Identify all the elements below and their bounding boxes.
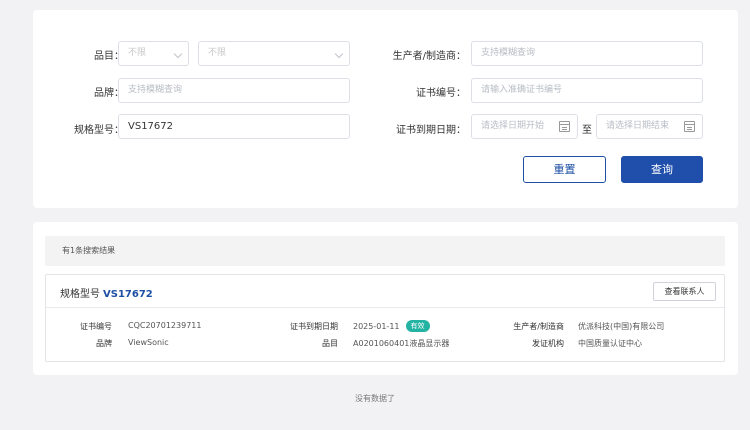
cert-no-input[interactable]: 请输入准确证书编号 (471, 78, 703, 103)
result-issuer-label: 发证机构 (532, 339, 564, 348)
maker-label: 生产者/制造商： (392, 51, 466, 62)
category-select-primary-value: 不限 (128, 48, 147, 58)
result-item-header: 规格型号 VS17672 查看联系人 (46, 275, 724, 308)
result-expiry-date: 2025-01-11 (353, 322, 400, 331)
chevron-down-icon (173, 49, 183, 59)
view-contact-button[interactable]: 查看联系人 (653, 282, 716, 301)
date-end-placeholder: 请选择日期结束 (606, 121, 670, 131)
result-item: 规格型号 VS17672 查看联系人 证书编号 CQC20701239711 品牌… (45, 274, 725, 362)
cert-no-label: 证书编号： (416, 88, 466, 99)
category-select-secondary[interactable]: 不限 (198, 41, 350, 66)
calendar-icon (559, 121, 570, 132)
query-button[interactable]: 查询 (621, 156, 703, 183)
result-expiry: 2025-01-11 有效 (353, 320, 430, 332)
model-input-value: VS17672 (128, 121, 173, 132)
status-badge: 有效 (405, 320, 430, 332)
maker-input-placeholder: 支持模糊查询 (481, 48, 536, 58)
brand-input[interactable]: 支持模糊查询 (118, 78, 350, 103)
search-panel: 品目： 不限 不限 生产者/制造商： 支持模糊查询 品牌： 支持模糊查询 证书编… (33, 10, 738, 208)
expiry-label: 证书到期日期： (396, 125, 466, 136)
result-category: A0201060401液晶显示器 (353, 339, 450, 348)
date-end-picker[interactable]: 请选择日期结束 (596, 114, 703, 139)
result-maker: 优派科技(中国)有限公司 (578, 322, 665, 331)
result-model-label: 规格型号 (60, 289, 100, 300)
result-model: 规格型号 VS17672 (60, 285, 153, 300)
result-brand-label: 品牌 (96, 339, 112, 348)
cert-no-input-placeholder: 请输入准确证书编号 (481, 85, 563, 95)
result-cert-no-label: 证书编号 (80, 322, 112, 331)
result-maker-label: 生产者/制造商 (513, 322, 564, 331)
chevron-down-icon (334, 49, 344, 59)
calendar-icon (684, 121, 695, 132)
date-start-picker[interactable]: 请选择日期开始 (471, 114, 578, 139)
result-model-value: VS17672 (103, 289, 153, 300)
category-select-secondary-value: 不限 (208, 48, 227, 58)
result-category-label: 品目 (322, 339, 338, 348)
model-label: 规格型号： (74, 125, 124, 136)
result-expiry-label: 证书到期日期 (290, 322, 338, 331)
results-summary: 有1条搜索结果 (45, 236, 725, 266)
no-more-data-text: 没有数据了 (355, 394, 395, 403)
result-brand: ViewSonic (128, 338, 169, 347)
model-input[interactable]: VS17672 (118, 114, 350, 139)
results-panel: 有1条搜索结果 规格型号 VS17672 查看联系人 证书编号 CQC207012… (33, 222, 738, 375)
maker-input[interactable]: 支持模糊查询 (471, 41, 703, 66)
result-issuer: 中国质量认证中心 (578, 339, 642, 348)
brand-input-placeholder: 支持模糊查询 (128, 85, 183, 95)
date-start-placeholder: 请选择日期开始 (481, 121, 545, 131)
category-select-primary[interactable]: 不限 (118, 41, 189, 66)
result-cert-no: CQC20701239711 (128, 321, 202, 330)
reset-button[interactable]: 重置 (523, 156, 606, 183)
date-range-separator: 至 (582, 125, 592, 136)
